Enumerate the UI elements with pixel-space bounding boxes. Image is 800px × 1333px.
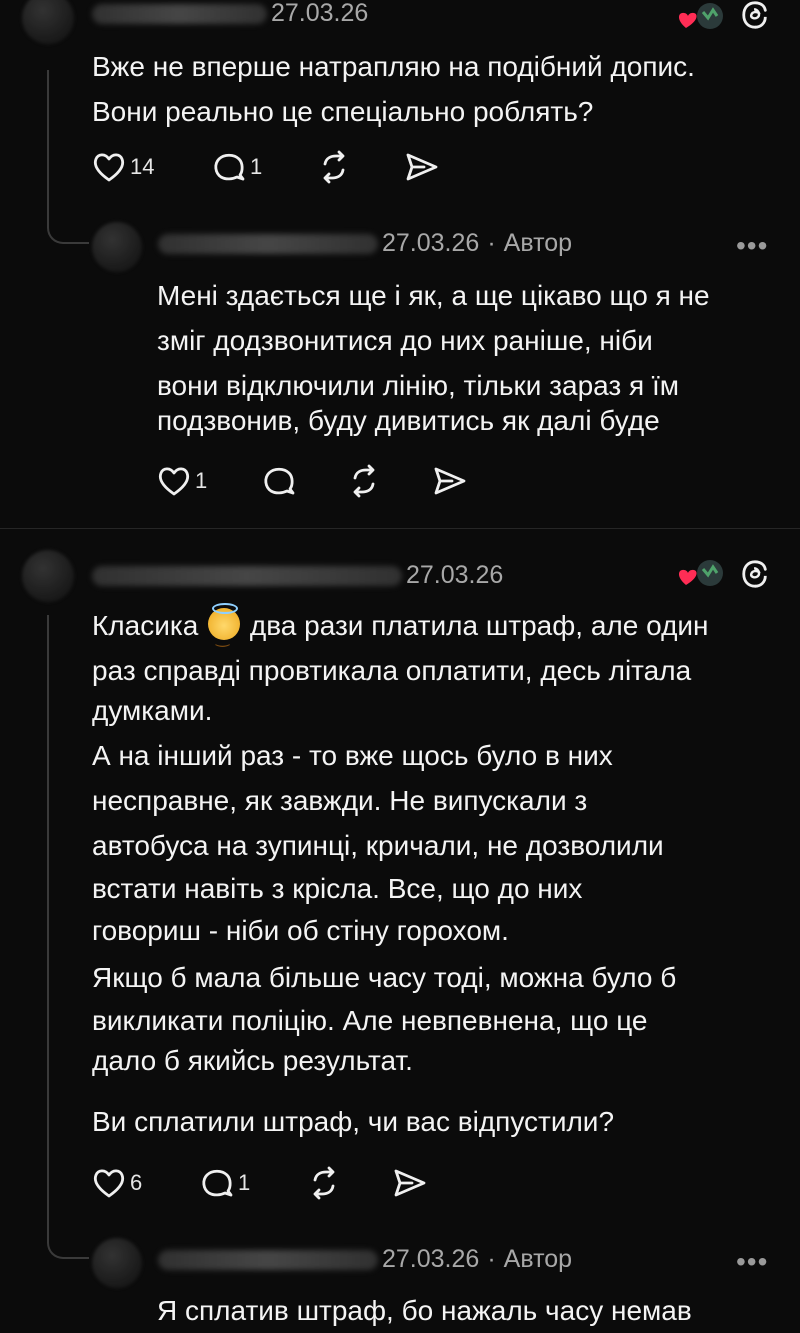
comment-text-line: раз справді провтикала оплатити, десь лі… (92, 655, 692, 686)
reply-button[interactable] (262, 464, 296, 498)
author-label: Автор (503, 1245, 573, 1273)
repost-icon (323, 150, 345, 184)
liked-by-author-icon (679, 3, 723, 29)
comment-header: 27.03.26 (92, 561, 503, 590)
comment-date: 27.03.26 (382, 229, 480, 257)
comment-text-fragment: Класика (92, 610, 199, 641)
send-icon (394, 1169, 426, 1197)
comment-text-line: Мені здається ще і як, а ще цікаво що я … (157, 280, 710, 311)
speech-bubble-icon (202, 1169, 233, 1197)
repost-button[interactable] (317, 150, 351, 184)
comment-text-line: Вже не вперше натрапляю на подібний допи… (92, 51, 695, 82)
comment-text-line: викликати поліцію. Але невпевнена, що це (92, 1005, 648, 1036)
share-button[interactable] (392, 1166, 428, 1200)
comment-text-line: автобуса на зупинці, кричали, не дозволи… (92, 830, 664, 861)
username-blurred[interactable] (92, 4, 267, 25)
like-button[interactable]: 14 (92, 150, 154, 184)
username-blurred[interactable] (158, 234, 378, 255)
smiling-face-with-halo-emoji-icon (208, 603, 241, 661)
comment-header: 27.03.26 (92, 0, 368, 28)
more-dots-icon[interactable]: ••• (736, 230, 768, 262)
comment-text-fragment: два рази платила штраф, але один (249, 610, 709, 641)
heart-outline-icon (93, 153, 125, 182)
thread-line (47, 615, 49, 1235)
avatar[interactable] (92, 1238, 142, 1288)
comment-text-line: несправне, як завжди. Не випускали з (92, 785, 588, 816)
comment-date: 27.03.26 (382, 1245, 480, 1273)
liked-by-author-icon (679, 560, 723, 586)
thread-connector (47, 1225, 89, 1259)
comment-text-line: Якщо б мала більше часу тоді, можна було… (92, 962, 677, 993)
comment-date: 27.03.26 (271, 0, 369, 27)
thread-connector (47, 210, 89, 244)
separator-dot: · (487, 229, 496, 257)
comment-header: 27.03.26 · Автор (158, 1245, 572, 1274)
comment-text-line: говориш - ніби об стіну горохом. (92, 915, 509, 946)
threads-logo-icon[interactable] (740, 0, 770, 30)
divider (0, 528, 800, 529)
repost-button[interactable] (307, 1166, 341, 1200)
comment-text-line: дало б якийсь результат. (92, 1045, 413, 1076)
avatar[interactable] (22, 0, 74, 44)
comment-actions: 6 1 (92, 1166, 452, 1200)
reply-count: 1 (238, 1170, 251, 1195)
reply-count: 1 (250, 154, 263, 179)
threads-logo-icon[interactable] (740, 559, 770, 589)
thread-line (47, 70, 49, 220)
comment-text-line: думками. (92, 695, 213, 726)
comment-text-line: Ви сплатили штраф, чи вас відпустили? (92, 1106, 615, 1137)
repost-button[interactable] (347, 464, 381, 498)
share-button[interactable] (404, 150, 440, 184)
avatar[interactable] (92, 222, 142, 272)
speech-bubble-icon (214, 153, 245, 181)
separator-dot: · (487, 1245, 496, 1273)
comment-text-line: встати навіть з крісла. Все, що до них (92, 873, 583, 904)
comment-text-line: подзвонив, буду дивитись як далі буде (157, 405, 660, 436)
reply-button[interactable]: 1 (200, 1166, 250, 1200)
like-count: 1 (195, 468, 208, 493)
like-count: 14 (130, 154, 155, 179)
like-count: 6 (130, 1170, 143, 1195)
username-blurred[interactable] (92, 566, 402, 587)
username-blurred[interactable] (158, 1250, 378, 1271)
repost-icon (353, 464, 375, 498)
comment-date: 27.03.26 (406, 561, 504, 589)
repost-icon (313, 1166, 335, 1200)
like-button[interactable]: 1 (157, 464, 207, 498)
comment-text-line: А на інший раз - то вже щось було в них (92, 740, 613, 771)
comment-text-line: Я сплатив штраф, бо нажаль часу немав (157, 1295, 692, 1326)
author-label: Автор (503, 229, 573, 257)
comment-actions: 14 1 (92, 150, 452, 184)
comment-text-line: зміг додзвонитися до них раніше, ніби (157, 325, 653, 356)
send-icon (406, 153, 438, 181)
comment-actions: 1 (157, 464, 477, 498)
reply-button[interactable]: 1 (212, 150, 262, 184)
speech-bubble-icon (264, 467, 295, 495)
comment-text-line: Класика два рази платила штраф, але один (92, 603, 709, 661)
comment-header: 27.03.26 · Автор (158, 229, 572, 258)
heart-outline-icon (158, 467, 190, 496)
send-icon (434, 467, 466, 495)
comment-text-line: Вони реально це спеціально роблять? (92, 96, 594, 127)
share-button[interactable] (432, 464, 468, 498)
more-dots-icon[interactable]: ••• (736, 1246, 768, 1278)
heart-outline-icon (93, 1169, 125, 1198)
like-button[interactable]: 6 (92, 1166, 142, 1200)
avatar[interactable] (22, 550, 74, 602)
